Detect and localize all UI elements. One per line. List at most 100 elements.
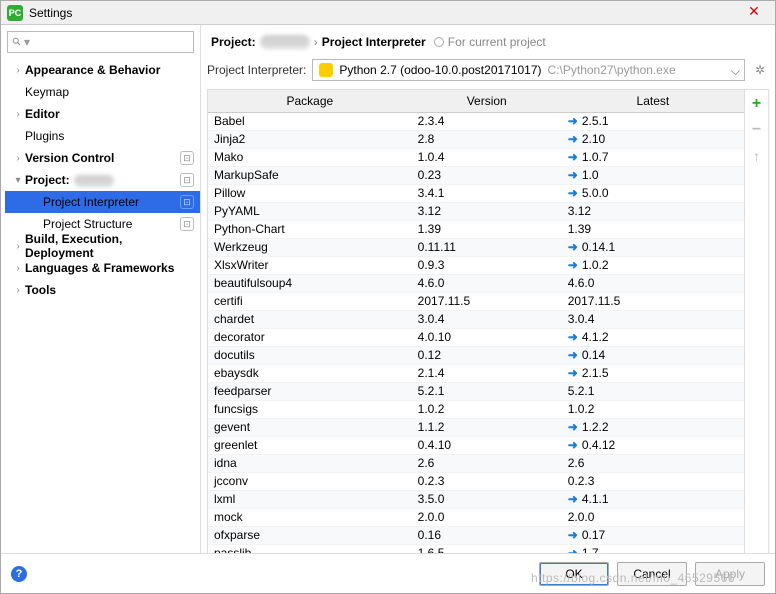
table-row[interactable]: idna2.62.6 [208, 454, 744, 472]
project-scope-icon: ⊡ [180, 173, 194, 187]
cell-version: 0.23 [412, 166, 562, 184]
sidebar-item-tools[interactable]: ›Tools [5, 279, 200, 301]
sidebar-item-build-execution-deployment[interactable]: ›Build, Execution, Deployment [5, 235, 200, 257]
remove-package-button[interactable]: − [749, 122, 765, 138]
ok-button[interactable]: OK [539, 562, 609, 586]
cell-package: Python-Chart [208, 220, 412, 238]
table-row[interactable]: XlsxWriter0.9.3➜1.0.2 [208, 256, 744, 274]
cell-latest: ➜0.17 [562, 526, 744, 544]
chevron-right-icon: › [13, 285, 23, 296]
sidebar-item-label: Project Structure [43, 217, 132, 231]
packages-scroll[interactable]: Package Version Latest Babel2.3.4➜2.5.1J… [208, 90, 744, 554]
settings-sidebar: ▾ ›Appearance & BehaviorKeymap›EditorPlu… [1, 25, 201, 555]
search-field[interactable] [30, 34, 189, 50]
cell-package: feedparser [208, 382, 412, 400]
chevron-right-icon: › [13, 65, 23, 76]
settings-tree: ›Appearance & BehaviorKeymap›EditorPlugi… [1, 59, 200, 301]
update-arrow-icon: ➜ [568, 348, 578, 362]
table-row[interactable]: Babel2.3.4➜2.5.1 [208, 112, 744, 130]
sidebar-item-version-control[interactable]: ›Version Control⊡ [5, 147, 200, 169]
cell-package: mock [208, 508, 412, 526]
cell-version: 0.11.11 [412, 238, 562, 256]
table-row[interactable]: mock2.0.02.0.0 [208, 508, 744, 526]
update-arrow-icon: ➜ [568, 114, 578, 128]
table-row[interactable]: feedparser5.2.15.2.1 [208, 382, 744, 400]
cell-latest: ➜1.0 [562, 166, 744, 184]
table-row[interactable]: gevent1.1.2➜1.2.2 [208, 418, 744, 436]
col-latest[interactable]: Latest [562, 90, 744, 112]
cell-package: Jinja2 [208, 130, 412, 148]
add-package-button[interactable]: + [749, 96, 765, 112]
interpreter-name: Python 2.7 (odoo-10.0.post20171017) [339, 63, 541, 77]
cancel-button[interactable]: Cancel [617, 562, 687, 586]
chevron-right-icon: › [13, 153, 23, 164]
update-arrow-icon: ➜ [568, 528, 578, 542]
sidebar-item-keymap[interactable]: Keymap [5, 81, 200, 103]
sidebar-item-appearance-behavior[interactable]: ›Appearance & Behavior [5, 59, 200, 81]
interpreter-settings-button[interactable]: ✲ [751, 61, 769, 79]
update-arrow-icon: ➜ [568, 492, 578, 506]
cell-package: funcsigs [208, 400, 412, 418]
table-row[interactable]: docutils0.12➜0.14 [208, 346, 744, 364]
sidebar-item-plugins[interactable]: Plugins [5, 125, 200, 147]
sidebar-item-label: Editor [25, 107, 60, 121]
table-row[interactable]: jcconv0.2.30.2.3 [208, 472, 744, 490]
table-row[interactable]: greenlet0.4.10➜0.4.12 [208, 436, 744, 454]
interpreter-dropdown[interactable]: Python 2.7 (odoo-10.0.post20171017) C:\P… [312, 59, 745, 81]
cell-version: 0.4.10 [412, 436, 562, 454]
sidebar-item-label: Project Interpreter [43, 195, 139, 209]
update-arrow-icon: ➜ [568, 240, 578, 254]
cell-package: greenlet [208, 436, 412, 454]
cell-version: 1.39 [412, 220, 562, 238]
cell-package: Werkzeug [208, 238, 412, 256]
sidebar-item-project-interpreter[interactable]: Project Interpreter ⊡ [5, 191, 200, 213]
cell-package: MarkupSafe [208, 166, 412, 184]
cell-latest: 5.2.1 [562, 382, 744, 400]
chevron-down-icon: ⌵ [731, 64, 740, 79]
table-row[interactable]: ebaysdk2.1.4➜2.1.5 [208, 364, 744, 382]
chevron-right-icon: › [13, 109, 23, 120]
table-row[interactable]: ofxparse0.16➜0.17 [208, 526, 744, 544]
cell-version: 3.0.4 [412, 310, 562, 328]
sidebar-item-editor[interactable]: ›Editor [5, 103, 200, 125]
cell-version: 0.16 [412, 526, 562, 544]
table-row[interactable]: Werkzeug0.11.11➜0.14.1 [208, 238, 744, 256]
sidebar-item-project-[interactable]: ▾Project:⊡ [5, 169, 200, 191]
table-row[interactable]: PyYAML3.123.12 [208, 202, 744, 220]
cell-latest: ➜5.0.0 [562, 184, 744, 202]
cell-version: 0.2.3 [412, 472, 562, 490]
update-arrow-icon: ➜ [568, 438, 578, 452]
window-close-button[interactable]: ✕ [739, 3, 769, 21]
search-icon [12, 36, 22, 48]
table-row[interactable]: Pillow3.4.1➜5.0.0 [208, 184, 744, 202]
table-row[interactable]: MarkupSafe0.23➜1.0 [208, 166, 744, 184]
table-row[interactable]: chardet3.0.43.0.4 [208, 310, 744, 328]
col-version[interactable]: Version [412, 90, 562, 112]
cell-latest: ➜2.10 [562, 130, 744, 148]
table-row[interactable]: Mako1.0.4➜1.0.7 [208, 148, 744, 166]
table-row[interactable]: lxml3.5.0➜4.1.1 [208, 490, 744, 508]
table-row[interactable]: decorator4.0.10➜4.1.2 [208, 328, 744, 346]
search-input[interactable]: ▾ [7, 31, 194, 53]
upgrade-package-button[interactable]: ↑ [749, 148, 765, 164]
table-row[interactable]: beautifulsoup44.6.04.6.0 [208, 274, 744, 292]
sidebar-item-languages-frameworks[interactable]: ›Languages & Frameworks [5, 257, 200, 279]
cell-version: 1.0.2 [412, 400, 562, 418]
table-row[interactable]: Python-Chart1.391.39 [208, 220, 744, 238]
update-arrow-icon: ➜ [568, 132, 578, 146]
table-row[interactable]: Jinja22.8➜2.10 [208, 130, 744, 148]
chevron-down-icon: ▾ [13, 175, 23, 186]
project-scope-icon: ⊡ [180, 195, 194, 209]
table-row[interactable]: funcsigs1.0.21.0.2 [208, 400, 744, 418]
cell-latest: 3.12 [562, 202, 744, 220]
cell-latest: 4.6.0 [562, 274, 744, 292]
help-button[interactable]: ? [11, 566, 27, 582]
cell-version: 4.0.10 [412, 328, 562, 346]
table-row[interactable]: certifi2017.11.52017.11.5 [208, 292, 744, 310]
cell-package: decorator [208, 328, 412, 346]
cell-version: 0.12 [412, 346, 562, 364]
cell-package: idna [208, 454, 412, 472]
col-package[interactable]: Package [208, 90, 412, 112]
window-titlebar: PC Settings [1, 1, 775, 25]
apply-button[interactable]: Apply [695, 562, 765, 586]
